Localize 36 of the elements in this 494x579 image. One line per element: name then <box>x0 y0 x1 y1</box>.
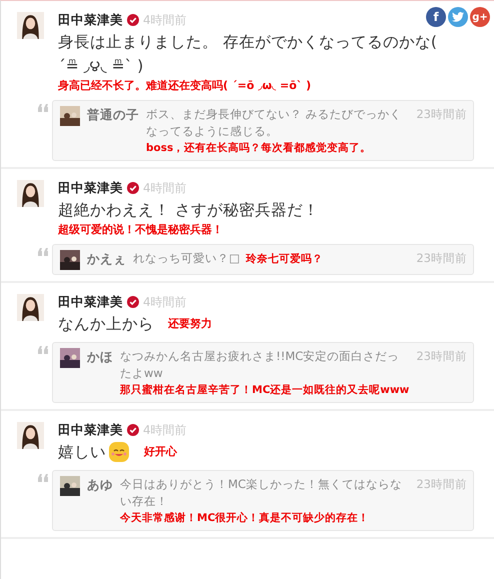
post-text: 身長は止まりました。 存在がでかくなってるのかな( ´≞ ◞౪◟ ≞` ) <box>58 32 438 77</box>
quote-icon <box>38 346 48 354</box>
post-text: 嬉しい <box>58 442 106 463</box>
reply-author[interactable]: かえぇ <box>87 250 126 267</box>
translation-text: 身高已经不长了。难道还在变高吗( ´=ō ◞ω◟ =ō` ) <box>58 78 311 94</box>
reply-author[interactable]: あゆ <box>87 476 113 493</box>
translation-text: 玲奈七可爱吗？ <box>246 252 323 267</box>
quote-icon <box>38 474 48 482</box>
reply-time: 23時間前 <box>416 348 467 365</box>
reply-text: れなっち可愛い？□ <box>133 250 240 267</box>
post-text: なんか上から <box>58 314 154 335</box>
twitter-button[interactable] <box>448 7 468 27</box>
translation-text: 那只蜜柑在名古屋辛苦了！MC还是一如既往的又去呢www <box>120 382 410 398</box>
author-name[interactable]: 田中菜津美 <box>58 294 123 310</box>
reply-text: なつみかん名古屋お疲れさま!!MC安定の面白さだったよww <box>120 348 400 382</box>
translation-text: 今天非常感谢！MC很开心！真是不可缺少的存在！ <box>120 510 370 526</box>
reply-author[interactable]: かほ <box>87 348 113 365</box>
post-text: 超絶かわええ！ さすが秘密兵器だ！ <box>58 200 319 221</box>
bird-icon <box>452 12 464 22</box>
translation-text: 还要努力 <box>168 316 212 332</box>
facebook-button[interactable]: f <box>426 7 446 27</box>
google-plus-button[interactable]: g+ <box>470 7 490 27</box>
author-name[interactable]: 田中菜津美 <box>58 422 123 438</box>
reply-time: 23時間前 <box>416 476 467 493</box>
reply-text: ボス、まだ身長伸びてない？ みるたびでっかくなってるように感じる。 <box>146 106 403 140</box>
quote-icon <box>38 248 48 256</box>
quote-icon <box>38 104 48 112</box>
reply-time: 23時間前 <box>416 106 467 123</box>
translation-text: 好开心 <box>144 444 177 460</box>
translation-text: boss，还有在长高吗？每次看都感觉变高了。 <box>146 140 372 156</box>
reply-author[interactable]: 普通の子 <box>87 106 139 123</box>
reply-time: 23時間前 <box>416 250 467 267</box>
translation-text: 超级可爱的说！不愧是秘密兵器！ <box>58 222 223 238</box>
author-name[interactable]: 田中菜津美 <box>58 12 123 28</box>
author-name[interactable]: 田中菜津美 <box>58 180 123 196</box>
reply-text: 今日はありがとう！MC楽しかった！無くてはならない存在！ <box>120 476 403 510</box>
